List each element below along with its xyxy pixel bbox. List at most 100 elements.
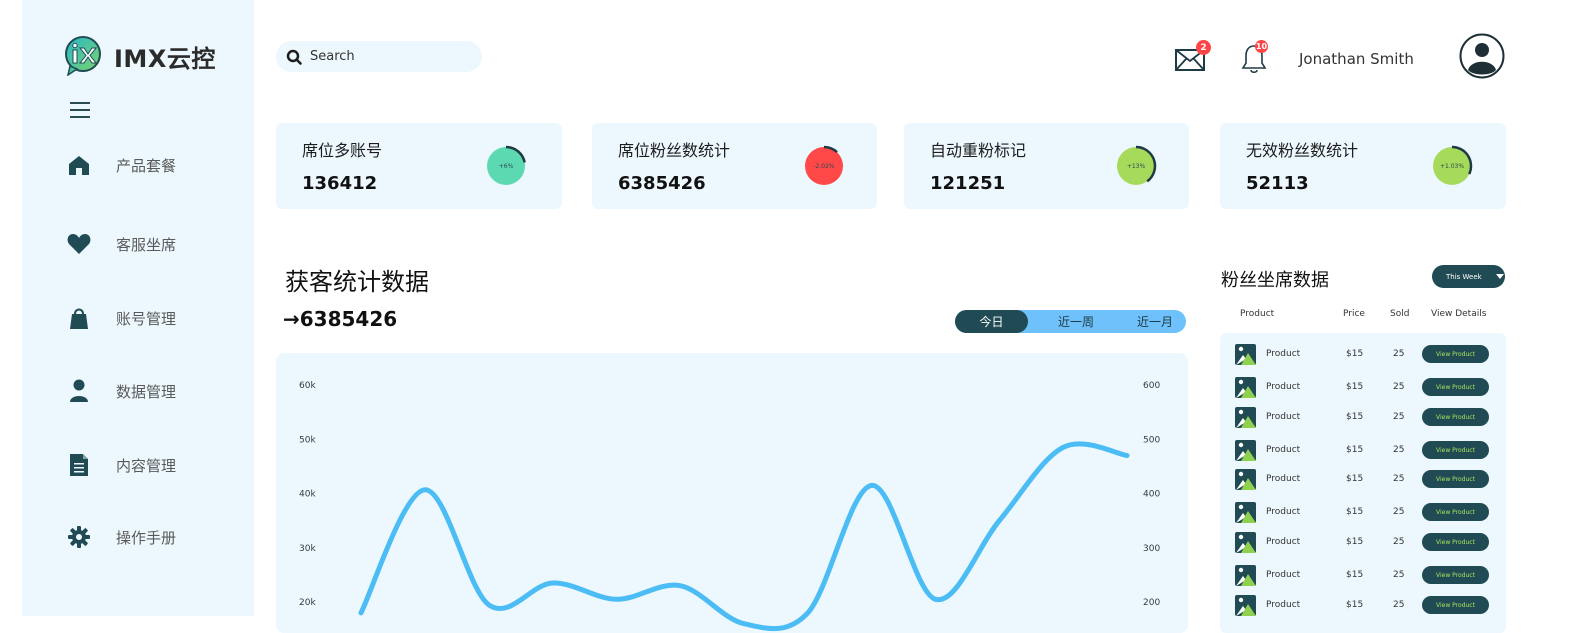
- product-name: Product: [1266, 474, 1301, 484]
- product-sold: 25: [1393, 412, 1405, 422]
- sidebar-item-label: 客服坐席: [116, 235, 177, 254]
- table-row: Product $15 25 View Product: [1220, 377, 1506, 401]
- sidebar: IMX云控 产品套餐 客服坐席 账号管理 数据管理 内容管理 操作手册: [22, 0, 254, 616]
- user-name[interactable]: Jonathan Smith: [1299, 50, 1414, 68]
- document-icon: [66, 452, 92, 478]
- table-row: Product $15 25 View Product: [1220, 502, 1506, 526]
- product-price: $15: [1346, 349, 1364, 359]
- stat-card-duplicate-fans[interactable]: 自动重粉标记 121251 +13%: [904, 123, 1189, 209]
- product-price: $15: [1346, 507, 1364, 517]
- column-header-sold: Sold: [1390, 309, 1410, 319]
- hamburger-icon[interactable]: [70, 102, 90, 120]
- sidebar-item-operation-manual[interactable]: 操作手册: [66, 524, 176, 550]
- ring-label: +13%: [1127, 163, 1146, 170]
- tab-today[interactable]: 今日: [955, 310, 1028, 333]
- caret-down-icon: [1495, 274, 1504, 279]
- period-select[interactable]: This Week: [1432, 265, 1505, 288]
- product-sold: 25: [1393, 600, 1405, 610]
- product-image-icon: [1235, 532, 1256, 553]
- view-product-button[interactable]: View Product: [1422, 566, 1489, 584]
- stat-title: 无效粉丝数统计: [1246, 141, 1359, 160]
- product-image-icon: [1235, 377, 1256, 398]
- search-bar[interactable]: [276, 41, 482, 72]
- product-image-icon: [1235, 344, 1256, 365]
- product-name: Product: [1266, 570, 1301, 580]
- product-table: Product $15 25 View Product Product $15 25 View…: [1220, 333, 1506, 633]
- product-price: $15: [1346, 537, 1364, 547]
- product-price: $15: [1346, 445, 1364, 455]
- view-product-button[interactable]: View Product: [1422, 470, 1489, 488]
- table-row: Product $15 25 View Product: [1220, 532, 1506, 556]
- progress-ring: +13%: [1117, 145, 1157, 185]
- line-chart: 60k 50k 40k 30k 20k 600 500 400 300 200: [299, 381, 1160, 632]
- stat-card-seat-accounts[interactable]: 席位多账号 136412 +6%: [276, 123, 562, 209]
- view-product-button[interactable]: View Product: [1422, 441, 1489, 459]
- product-sold: 25: [1393, 507, 1405, 517]
- heart-icon: [66, 231, 92, 257]
- product-image-icon: [1235, 502, 1256, 523]
- sidebar-item-data-management[interactable]: 数据管理: [66, 378, 176, 404]
- sidebar-item-content-management[interactable]: 内容管理: [66, 452, 176, 478]
- table-row: Product $15 25 View Product: [1220, 595, 1506, 619]
- table-row: Product $15 25 View Product: [1220, 469, 1506, 493]
- view-product-button[interactable]: View Product: [1422, 345, 1489, 363]
- sidebar-item-product-packages[interactable]: 产品套餐: [66, 152, 176, 178]
- notification-button[interactable]: 10: [1241, 40, 1271, 74]
- acquisition-total: →6385426: [283, 307, 398, 331]
- stat-title: 席位多账号: [302, 141, 383, 160]
- mail-button[interactable]: 2: [1175, 40, 1211, 72]
- notification-badge: 10: [1255, 40, 1268, 53]
- view-product-button[interactable]: View Product: [1422, 596, 1489, 614]
- series-line-acquisitions: [358, 441, 1130, 632]
- view-product-button[interactable]: View Product: [1422, 378, 1489, 396]
- product-name: Product: [1266, 537, 1301, 547]
- mail-badge: 2: [1196, 40, 1211, 55]
- avatar[interactable]: [1459, 33, 1505, 79]
- chat-bubble-ix-logo-icon: [65, 36, 101, 76]
- product-sold: 25: [1393, 570, 1405, 580]
- product-sold: 25: [1393, 382, 1405, 392]
- sidebar-item-label: 操作手册: [116, 528, 177, 547]
- sidebar-item-label: 数据管理: [116, 382, 177, 401]
- brand-logo[interactable]: IMX云控: [64, 36, 216, 76]
- tab-month[interactable]: 近一月: [1124, 310, 1186, 333]
- view-product-button[interactable]: View Product: [1422, 533, 1489, 551]
- view-product-button[interactable]: View Product: [1422, 408, 1489, 426]
- sidebar-item-label: 账号管理: [116, 309, 177, 328]
- product-price: $15: [1346, 570, 1364, 580]
- product-image-icon: [1235, 407, 1256, 428]
- product-image-icon: [1235, 469, 1256, 490]
- y2-tick-label: 300: [1143, 544, 1160, 554]
- tab-week[interactable]: 近一周: [1028, 310, 1124, 333]
- stat-value: 121251: [930, 173, 1006, 194]
- product-sold: 25: [1393, 537, 1405, 547]
- ring-label: -2.02%: [813, 163, 835, 170]
- y-tick-label: 20k: [299, 598, 316, 608]
- acquisition-chart: 60k 50k 40k 30k 20k 600 500 400 300 200: [276, 353, 1188, 633]
- view-product-button[interactable]: View Product: [1422, 503, 1489, 521]
- home-icon: [66, 152, 92, 178]
- product-image-icon: [1235, 565, 1256, 586]
- progress-ring: -2.02%: [805, 145, 843, 185]
- y2-tick-label: 200: [1143, 598, 1160, 608]
- stat-card-invalid-fans[interactable]: 无效粉丝数统计 52113 +1.03%: [1220, 123, 1506, 209]
- stat-value: 52113: [1246, 173, 1309, 194]
- search-input[interactable]: [310, 49, 470, 64]
- sidebar-item-label: 内容管理: [116, 456, 177, 475]
- progress-ring: +1.03%: [1433, 145, 1473, 185]
- stat-card-seat-fans[interactable]: 席位粉丝数统计 6385426 -2.02%: [592, 123, 877, 209]
- sidebar-item-customer-service[interactable]: 客服坐席: [66, 231, 176, 257]
- column-header-price: Price: [1343, 309, 1365, 319]
- product-name: Product: [1266, 349, 1301, 359]
- column-header-view-details: View Details: [1431, 309, 1487, 319]
- product-price: $15: [1346, 382, 1364, 392]
- product-name: Product: [1266, 507, 1301, 517]
- product-name: Product: [1266, 382, 1301, 392]
- search-icon: [286, 49, 302, 65]
- product-price: $15: [1346, 474, 1364, 484]
- ring-label: +6%: [499, 163, 514, 170]
- ring-label: +1.03%: [1440, 163, 1464, 170]
- sidebar-item-account-management[interactable]: 账号管理: [66, 305, 176, 331]
- product-price: $15: [1346, 412, 1364, 422]
- y2-tick-label: 400: [1143, 490, 1160, 500]
